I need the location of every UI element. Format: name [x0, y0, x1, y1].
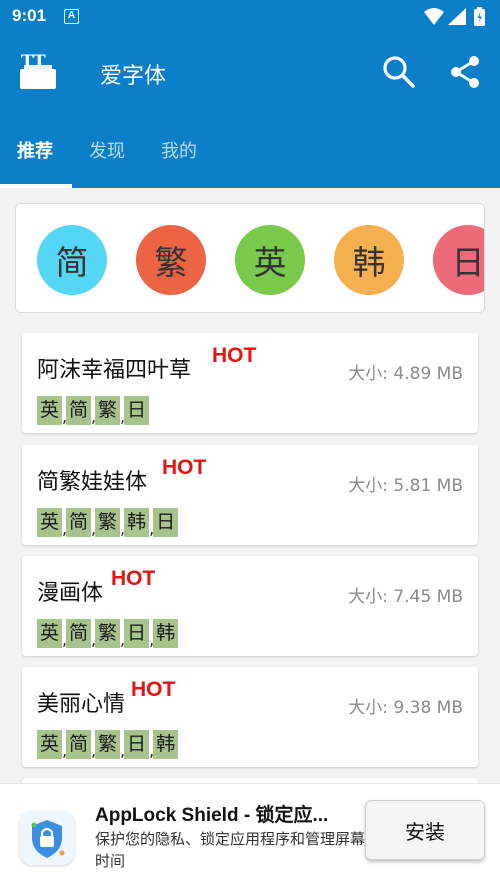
ad-banner[interactable]: AppLock Shield - 锁定应... 保护您的隐私、锁定应用程序和管理…	[0, 783, 500, 888]
tag: 简	[66, 396, 92, 425]
font-size: 大小: 5.81 MB	[348, 476, 463, 496]
tab-mine[interactable]: 我的	[161, 137, 197, 163]
tag-row: 英, 简, 繁, 日	[37, 396, 150, 425]
font-size: 大小: 4.89 MB	[348, 364, 463, 384]
tag: 日	[124, 730, 150, 759]
category-english[interactable]: 英	[235, 225, 305, 295]
category-simplified[interactable]: 简	[37, 225, 107, 295]
tag-row: 英, 简, 繁, 日, 韩	[37, 730, 179, 759]
tag: 英	[37, 619, 63, 648]
app-bar: TT 爱字体 推荐 发现 我的	[0, 33, 500, 188]
category-japanese[interactable]: 日	[433, 225, 485, 295]
category-label: 英	[253, 243, 287, 282]
font-name: 美丽心情	[37, 692, 126, 717]
tag: 日	[124, 396, 150, 425]
notification-icon: A	[64, 9, 79, 24]
tag: 英	[37, 730, 63, 759]
tab-bar: 推荐 发现 我的	[0, 128, 500, 188]
tag: 繁	[95, 730, 121, 759]
tag: 日	[124, 619, 150, 648]
search-icon[interactable]	[381, 54, 417, 90]
tag: 繁	[95, 508, 121, 537]
category-label: 日	[451, 243, 485, 282]
font-logo-icon: TT	[20, 52, 56, 89]
ad-description: 保护您的隐私、锁定应用程序和管理屏幕时间	[95, 830, 366, 870]
app-lock-icon	[20, 811, 74, 865]
hot-badge: HOT	[111, 567, 156, 590]
font-name: 阿沫幸福四叶草	[37, 358, 192, 383]
hot-badge: HOT	[131, 678, 176, 701]
signal-icon	[448, 8, 466, 25]
font-card[interactable]: 简繁娃娃体 HOT 大小: 5.81 MB 英, 简, 繁, 韩, 日	[22, 445, 478, 545]
hot-badge: HOT	[162, 456, 207, 479]
app-title: 爱字体	[100, 64, 167, 89]
tag: 英	[37, 508, 63, 537]
tag-row: 英, 简, 繁, 韩, 日	[37, 508, 179, 537]
hot-badge: HOT	[212, 344, 257, 367]
category-label: 简	[55, 243, 89, 282]
status-icons	[424, 7, 485, 26]
wifi-icon	[424, 8, 444, 25]
tab-discover[interactable]: 发现	[89, 137, 125, 163]
tag: 日	[153, 508, 179, 537]
font-size: 大小: 9.38 MB	[348, 698, 463, 718]
tag-row: 英, 简, 繁, 日, 韩	[37, 619, 179, 648]
tag: 繁	[95, 619, 121, 648]
tag: 韩	[124, 508, 150, 537]
tab-indicator	[0, 184, 72, 188]
font-name: 漫画体	[37, 581, 104, 606]
share-icon[interactable]	[447, 54, 483, 90]
category-label: 韩	[352, 243, 386, 282]
tag: 简	[66, 730, 92, 759]
category-traditional[interactable]: 繁	[136, 225, 206, 295]
tag: 繁	[95, 396, 121, 425]
tab-recommend[interactable]: 推荐	[17, 137, 53, 163]
font-size: 大小: 7.45 MB	[348, 587, 463, 607]
ad-title: AppLock Shield - 锁定应...	[95, 805, 329, 826]
tag: 韩	[153, 619, 179, 648]
status-bar: 9:01 A	[0, 0, 500, 33]
install-button[interactable]: 安装	[365, 800, 485, 860]
tag: 韩	[153, 730, 179, 759]
font-card[interactable]: 阿沫幸福四叶草 HOT 大小: 4.89 MB 英, 简, 繁, 日	[22, 333, 478, 433]
font-name: 简繁娃娃体	[37, 470, 148, 495]
category-carousel: 简 繁 英 韩 日	[15, 203, 485, 313]
category-korean[interactable]: 韩	[334, 225, 404, 295]
font-card[interactable]: 美丽心情 HOT 大小: 9.38 MB 英, 简, 繁, 日, 韩	[22, 667, 478, 767]
font-card[interactable]: 漫画体 HOT 大小: 7.45 MB 英, 简, 繁, 日, 韩	[22, 556, 478, 656]
tag: 英	[37, 396, 63, 425]
tag: 简	[66, 619, 92, 648]
svg-text:TT: TT	[21, 52, 46, 72]
status-time: 9:01	[12, 6, 47, 25]
tag: 简	[66, 508, 92, 537]
category-label: 繁	[154, 243, 188, 282]
